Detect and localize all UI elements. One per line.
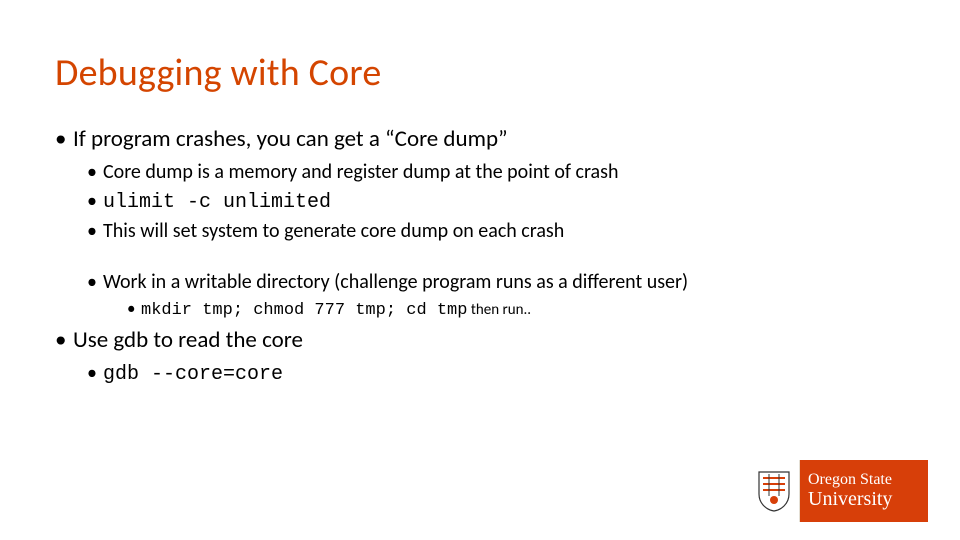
sub-sub-list: mkdir tmp; chmod 777 tmp; cd tmp then ru… <box>127 298 905 323</box>
slide: Debugging with Core If program crashes, … <box>0 0 960 388</box>
spacer <box>73 247 905 265</box>
bullet-list: If program crashes, you can get a “Core … <box>55 124 905 388</box>
logo-line1: Oregon State <box>808 472 928 489</box>
bullet-text: Core dump is a memory and register dump … <box>103 160 618 184</box>
bullet-text: Use gdb to read the core <box>73 326 303 354</box>
bullet-text: Work in a writable directory (challenge … <box>103 270 688 294</box>
bullet-text: If program crashes, you can get a “Core … <box>73 125 508 153</box>
code-text: ulimit -c unlimited <box>103 191 331 214</box>
shield-icon <box>757 470 791 512</box>
logo-line2: University <box>808 489 928 510</box>
bullet-l2: ulimit -c unlimited <box>87 188 905 216</box>
bullet-l1: Use gdb to read the core gdb --core=core <box>55 325 905 388</box>
sub-list: Core dump is a memory and register dump … <box>87 159 905 245</box>
osu-logo-text: Oregon State University <box>800 460 928 522</box>
bullet-l2: gdb --core=core <box>87 360 905 388</box>
sub-list: gdb --core=core <box>87 360 905 388</box>
code-text: gdb --core=core <box>103 363 283 386</box>
slide-title: Debugging with Core <box>55 50 905 96</box>
bullet-text: This will set system to generate core du… <box>103 219 564 243</box>
code-text: mkdir tmp; chmod 777 tmp; cd tmp <box>141 301 467 320</box>
sub-list: Work in a writable directory (challenge … <box>87 269 905 323</box>
osu-crest-icon <box>748 460 800 522</box>
osu-logo: Oregon State University <box>748 460 928 522</box>
bullet-text: then run.. <box>467 301 531 319</box>
bullet-l1: If program crashes, you can get a “Core … <box>55 124 905 323</box>
bullet-l2: Core dump is a memory and register dump … <box>87 159 905 186</box>
bullet-l3: mkdir tmp; chmod 777 tmp; cd tmp then ru… <box>127 298 905 323</box>
bullet-l2: Work in a writable directory (challenge … <box>87 269 905 323</box>
bullet-l2: This will set system to generate core du… <box>87 218 905 245</box>
